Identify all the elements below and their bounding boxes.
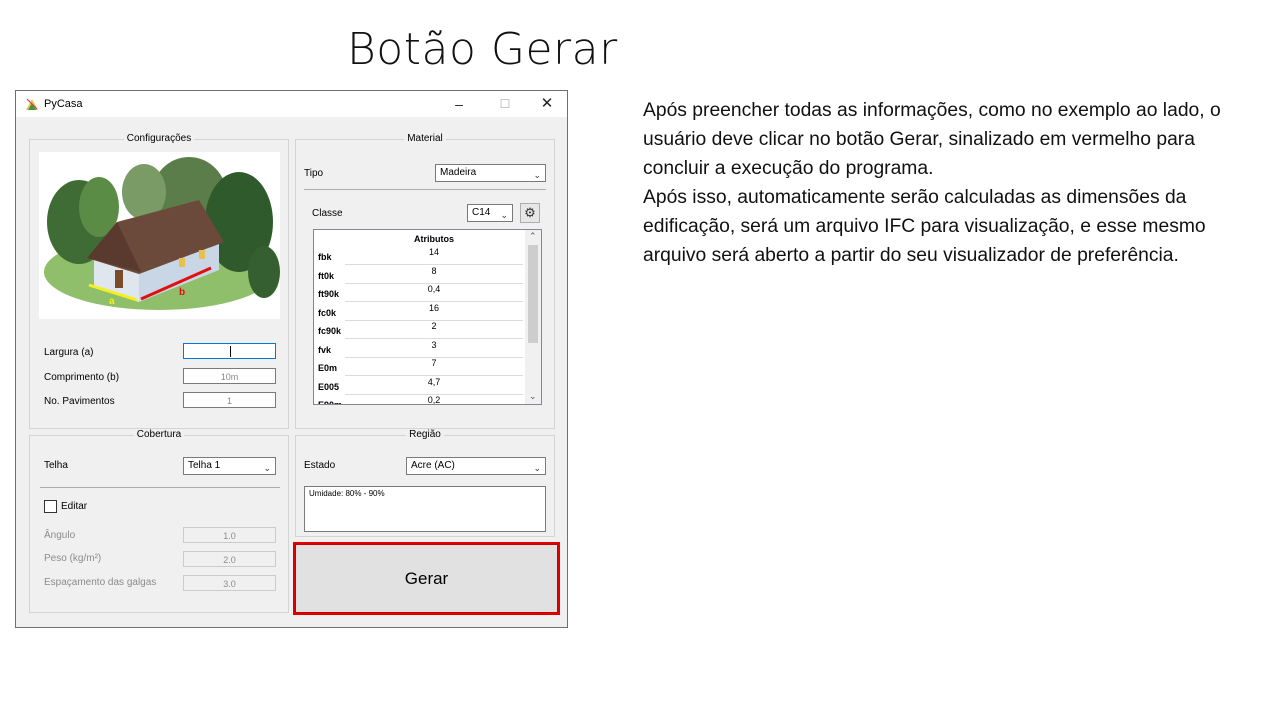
pycasa-window: PyCasa – ☐ ✕ Configurações a b Largura (… [15,90,568,628]
pycasa-app-icon [26,98,38,110]
scroll-thumb[interactable] [528,245,538,343]
table-row[interactable]: ft90k 0,4 [314,283,524,302]
table-row[interactable]: fvk 3 [314,339,524,358]
slide-description: Após preencher todas as informações, com… [643,96,1263,270]
tipo-select[interactable]: Madeira ⌄ [435,164,546,182]
row-value[interactable]: 3 [345,339,523,358]
row-header: E0m [318,363,338,373]
description-paragraph-2: Após isso, automaticamente serão calcula… [643,187,1206,266]
chevron-down-icon: ⌄ [500,210,508,220]
telha-value: Telha 1 [188,460,221,471]
row-value[interactable]: 16 [345,302,523,321]
configuracoes-title: Configurações [123,133,195,144]
material-group: Material Tipo Madeira ⌄ Classe C14 ⌄ ⚙ A… [295,133,555,429]
gerar-button[interactable]: Gerar [293,542,560,615]
configuracoes-group: Configurações a b Largura (a) Compriment… [29,133,289,429]
cobertura-title: Cobertura [133,429,185,440]
classe-value: C14 [472,207,491,218]
cobertura-group: Cobertura Telha Telha 1 ⌄ Editar Ângulo … [29,429,289,613]
row-value[interactable]: 4,7 [345,376,523,395]
row-header: fc90k [318,326,342,336]
row-header: E005 [318,381,340,392]
largura-input[interactable] [183,343,276,359]
classe-select[interactable]: C14 ⌄ [467,204,513,222]
description-paragraph-1: Após preencher todas as informações, com… [643,100,1221,179]
estado-select[interactable]: Acre (AC) ⌄ [406,457,546,475]
title-bar[interactable]: PyCasa – ☐ ✕ [16,91,567,117]
maximize-button[interactable]: ☐ [485,93,525,115]
table-row[interactable]: E005 4,7 [314,376,524,395]
scroll-up-icon[interactable]: ⌃ [529,231,537,242]
tipo-label: Tipo [304,168,324,179]
house-illustration: a b [39,152,280,319]
dimension-label-a: a [109,296,115,307]
row-header: E90m [318,400,343,405]
row-header: ft0k [318,270,335,281]
row-value[interactable]: 8 [345,265,523,284]
table-rows: fbk 14 ft0k 8 ft90k 0,4 fc0k 16 fc90k 2 fvk 3 E0m 7 E0… [314,246,524,405]
espacamento-label: Espaçamento das galgas [44,577,157,588]
row-value[interactable]: 7 [345,357,523,376]
editar-label[interactable]: Editar [61,501,87,512]
peso-label: Peso (kg/m²) [44,553,102,564]
row-header: ft90k [318,289,340,299]
row-header: fvk [318,344,332,355]
table-row[interactable]: fc90k 2 [314,320,524,339]
tipo-value: Madeira [440,167,477,178]
table-scrollbar[interactable]: ⌃ ⌄ [525,230,541,404]
window-title: PyCasa [44,98,83,110]
row-value[interactable]: 0,2 [345,394,523,404]
row-header: fc0k [318,307,337,318]
row-header: fbk [318,252,332,262]
table-header: Atributos [414,234,454,244]
gear-icon[interactable]: ⚙ [520,203,540,223]
editar-checkbox[interactable] [44,500,57,513]
table-row[interactable]: fc0k 16 [314,302,524,321]
text-caret [230,346,231,357]
telha-label: Telha [44,460,68,471]
classe-label: Classe [312,208,343,219]
divider [40,487,280,488]
material-title: Material [404,133,446,144]
table-row[interactable]: ft0k 8 [314,265,524,284]
chevron-down-icon: ⌄ [533,170,541,180]
divider [304,189,546,190]
row-value[interactable]: 14 [345,246,523,265]
regiao-group: Região Estado Acre (AC) ⌄ Umidade: 80% -… [295,429,555,537]
peso-input[interactable]: 2.0 [183,551,276,567]
atributos-table[interactable]: Atributos fbk 14 ft0k 8 ft90k 0,4 fc0k 16 fc90k 2… [313,229,542,405]
comprimento-input[interactable]: 10m [183,368,276,384]
table-row[interactable]: fbk 14 [314,246,524,265]
comprimento-label: Comprimento (b) [44,372,120,383]
angulo-label: Ângulo [44,530,76,541]
table-row[interactable]: E0m 7 [314,357,524,376]
table-row[interactable]: E90m 0,2 [314,394,524,405]
estado-value: Acre (AC) [411,460,455,471]
scroll-down-icon[interactable]: ⌄ [529,391,537,402]
largura-label: Largura (a) [44,347,94,358]
chevron-down-icon: ⌄ [263,463,271,473]
row-value[interactable]: 0,4 [345,283,523,302]
chevron-down-icon: ⌄ [533,463,541,473]
dimension-label-b: b [179,287,185,298]
minimize-button[interactable]: – [439,93,479,115]
slide-title: Botão Gerar [347,24,618,75]
pavimentos-input[interactable]: 1 [183,392,276,408]
row-value[interactable]: 2 [345,320,523,339]
telha-select[interactable]: Telha 1 ⌄ [183,457,276,475]
regiao-info-box[interactable]: Umidade: 80% - 90% [304,486,546,532]
close-button[interactable]: ✕ [527,93,567,115]
estado-label: Estado [304,460,336,471]
regiao-title: Região [406,429,444,440]
espacamento-input[interactable]: 3.0 [183,575,276,591]
angulo-input[interactable]: 1.0 [183,527,276,543]
pavimentos-label: No. Pavimentos [44,396,115,407]
